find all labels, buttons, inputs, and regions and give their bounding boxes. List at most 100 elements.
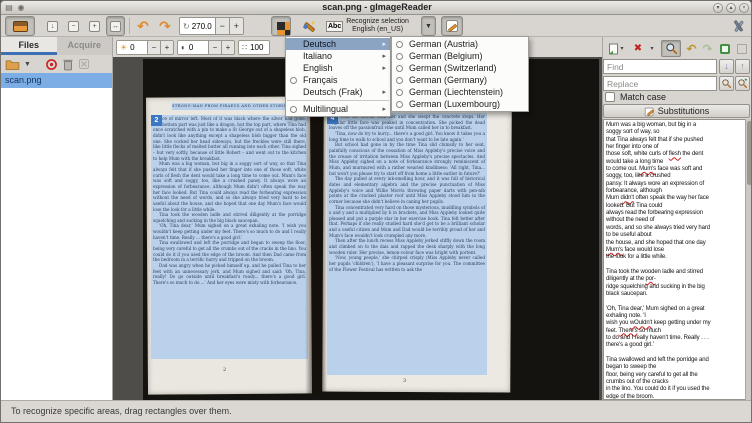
menu-item-label: Deutsch (Frak) bbox=[303, 87, 382, 97]
running-header: STRONG-MAN FROM PIRAEUS AND OTHER STORIE… bbox=[172, 103, 285, 110]
contrast-decrease-button[interactable]: − bbox=[208, 41, 221, 54]
submenu-item-german-germany-[interactable]: German (Germany) bbox=[392, 74, 528, 86]
titlebar[interactable]: ▤ ◉ scan.png - gImageReader ▾ ▴ × bbox=[1, 1, 752, 15]
ocr-region-right[interactable]: Tina took the broom with her and she swe… bbox=[327, 113, 487, 375]
radio-icon bbox=[396, 89, 403, 96]
replace-all-button[interactable] bbox=[735, 76, 750, 91]
zoom-out-button[interactable]: − bbox=[64, 16, 83, 36]
substitutions-label: Substitutions bbox=[658, 106, 710, 116]
contrast-value[interactable]: 0 bbox=[189, 43, 193, 52]
output-text[interactable]: Mum was a big woman, but big in a soggy … bbox=[603, 119, 745, 400]
resolution-value[interactable]: 100 bbox=[250, 43, 263, 52]
scrollbar-thumb[interactable] bbox=[747, 121, 752, 185]
maximize-button[interactable]: ▴ bbox=[726, 3, 736, 13]
replace-icon bbox=[721, 78, 732, 89]
show-controls-toggle[interactable] bbox=[5, 16, 35, 36]
radio-icon bbox=[396, 41, 403, 48]
zoom-original-button[interactable]: ↓ bbox=[43, 16, 62, 36]
replace-button[interactable] bbox=[719, 76, 734, 91]
contrast-increase-button[interactable]: + bbox=[221, 41, 234, 54]
zoom-in-button[interactable]: + bbox=[85, 16, 104, 36]
submenu-item-german-austria-[interactable]: German (Austria) bbox=[392, 38, 528, 50]
delete-image-button[interactable] bbox=[62, 58, 74, 71]
close-button[interactable]: × bbox=[739, 3, 749, 13]
resolution-spinbox[interactable]: ∷100 bbox=[238, 40, 270, 55]
add-images-dropdown[interactable]: ▼ bbox=[24, 61, 31, 68]
file-list[interactable]: scan.png bbox=[1, 73, 113, 400]
find-next-button[interactable]: ↓ bbox=[719, 59, 734, 74]
zoom-in-icon: + bbox=[89, 21, 100, 32]
rotate-right-icon: ↷ bbox=[159, 17, 171, 35]
menu-item-multilingual[interactable]: Multilingual▸ bbox=[286, 103, 390, 115]
language-submenu: German (Austria)German (Belgium)German (… bbox=[391, 36, 529, 112]
menu-item-fran-ais[interactable]: Français bbox=[286, 74, 390, 86]
submenu-arrow-icon: ▸ bbox=[382, 105, 386, 113]
rotation-value[interactable]: 270.0 bbox=[192, 22, 212, 31]
image-controls-toggle[interactable] bbox=[271, 16, 291, 36]
menu-item-label: English bbox=[303, 63, 382, 73]
autodetect-layout-button[interactable] bbox=[297, 16, 319, 36]
contrast-spinbox[interactable]: ◐0 − + bbox=[177, 40, 235, 55]
zoom-fit-button[interactable]: ↔ bbox=[106, 16, 125, 36]
remove-image-button[interactable] bbox=[45, 58, 58, 71]
submenu-item-german-switzerland-[interactable]: German (Switzerland) bbox=[392, 62, 528, 74]
preferences-button[interactable] bbox=[727, 16, 749, 36]
menu-item-deutsch-frak-[interactable]: Deutsch (Frak)▸ bbox=[286, 86, 390, 98]
rotate-left-button[interactable]: ↶ bbox=[133, 16, 153, 36]
sources-tabs: Files Acquire bbox=[1, 37, 113, 55]
brightness-spinbox[interactable]: ☀0 − + bbox=[116, 40, 174, 55]
rotation-spinbox[interactable]: ↻270.0 − + bbox=[179, 17, 244, 35]
rotation-increase-button[interactable]: + bbox=[229, 18, 243, 34]
menu-item-english[interactable]: English▸ bbox=[286, 62, 390, 74]
status-message: To recognize specific areas, drag rectan… bbox=[11, 406, 232, 416]
find-prev-button[interactable]: ↑ bbox=[735, 59, 750, 74]
tab-acquire[interactable]: Acquire bbox=[57, 37, 113, 55]
redo-button[interactable]: ↷ bbox=[700, 40, 715, 57]
radio-icon bbox=[396, 65, 403, 72]
save-output-button[interactable] bbox=[717, 40, 732, 57]
rotate-left-icon: ↶ bbox=[137, 17, 149, 35]
clear-output-button[interactable] bbox=[734, 40, 749, 57]
ocr-region-left[interactable]: a slice of mirror left. Most of it was b… bbox=[151, 115, 308, 359]
rotate-right-button[interactable]: ↷ bbox=[155, 16, 175, 36]
strip-linebreaks-dropdown[interactable]: ▾ bbox=[646, 40, 658, 57]
submenu-item-label: German (Liechtenstein) bbox=[409, 87, 524, 97]
rotation-decrease-button[interactable]: − bbox=[215, 18, 229, 34]
insert-mode-button[interactable]: ▾ bbox=[604, 40, 628, 57]
undo-icon: ↶ bbox=[686, 42, 696, 56]
redo-icon: ↷ bbox=[702, 42, 712, 56]
brightness-increase-button[interactable]: + bbox=[160, 41, 173, 54]
undo-button[interactable]: ↶ bbox=[684, 40, 699, 57]
submenu-item-german-liechtenstein-[interactable]: German (Liechtenstein) bbox=[392, 86, 528, 98]
output-scrollbar[interactable] bbox=[745, 119, 752, 400]
file-list-item[interactable]: scan.png bbox=[1, 73, 112, 88]
find-replace-toggle[interactable] bbox=[661, 40, 681, 57]
substitutions-button[interactable]: Substitutions bbox=[603, 104, 750, 118]
match-case-checkbox[interactable] bbox=[605, 92, 615, 102]
minimize-button[interactable]: ▾ bbox=[713, 3, 723, 13]
zoom-fit-icon: ↔ bbox=[110, 21, 121, 32]
strip-linebreaks-button[interactable]: ✖ bbox=[631, 40, 645, 57]
submenu-item-label: German (Germany) bbox=[409, 75, 524, 85]
replace-input[interactable] bbox=[603, 76, 717, 91]
recognize-button[interactable]: Abc Recognize selection English (en_US) bbox=[323, 16, 419, 36]
output-pane-toggle[interactable] bbox=[441, 16, 463, 36]
submenu-item-german-belgium-[interactable]: German (Belgium) bbox=[392, 50, 528, 62]
arrow-up-icon: ↑ bbox=[740, 61, 745, 71]
brightness-value[interactable]: 0 bbox=[130, 43, 134, 52]
menu-item-italiano[interactable]: Italiano▸ bbox=[286, 50, 390, 62]
brightness-decrease-button[interactable]: − bbox=[147, 41, 160, 54]
add-images-button[interactable] bbox=[5, 59, 20, 70]
submenu-item-german-luxembourg-[interactable]: German (Luxembourg) bbox=[392, 98, 528, 110]
left-page-number: 2 bbox=[223, 367, 226, 373]
zoom-out-icon: − bbox=[68, 21, 79, 32]
submenu-arrow-icon: ▸ bbox=[382, 88, 386, 96]
radio-icon bbox=[290, 77, 297, 84]
book-gutter-shadow bbox=[305, 97, 327, 394]
tab-files[interactable]: Files bbox=[1, 37, 57, 55]
clear-list-button[interactable] bbox=[78, 58, 90, 70]
find-input[interactable] bbox=[603, 59, 717, 74]
language-dropdown-button[interactable]: ▼ bbox=[421, 16, 436, 36]
menu-item-deutsch[interactable]: Deutsch▸ bbox=[286, 38, 390, 50]
tools-icon bbox=[731, 19, 746, 34]
